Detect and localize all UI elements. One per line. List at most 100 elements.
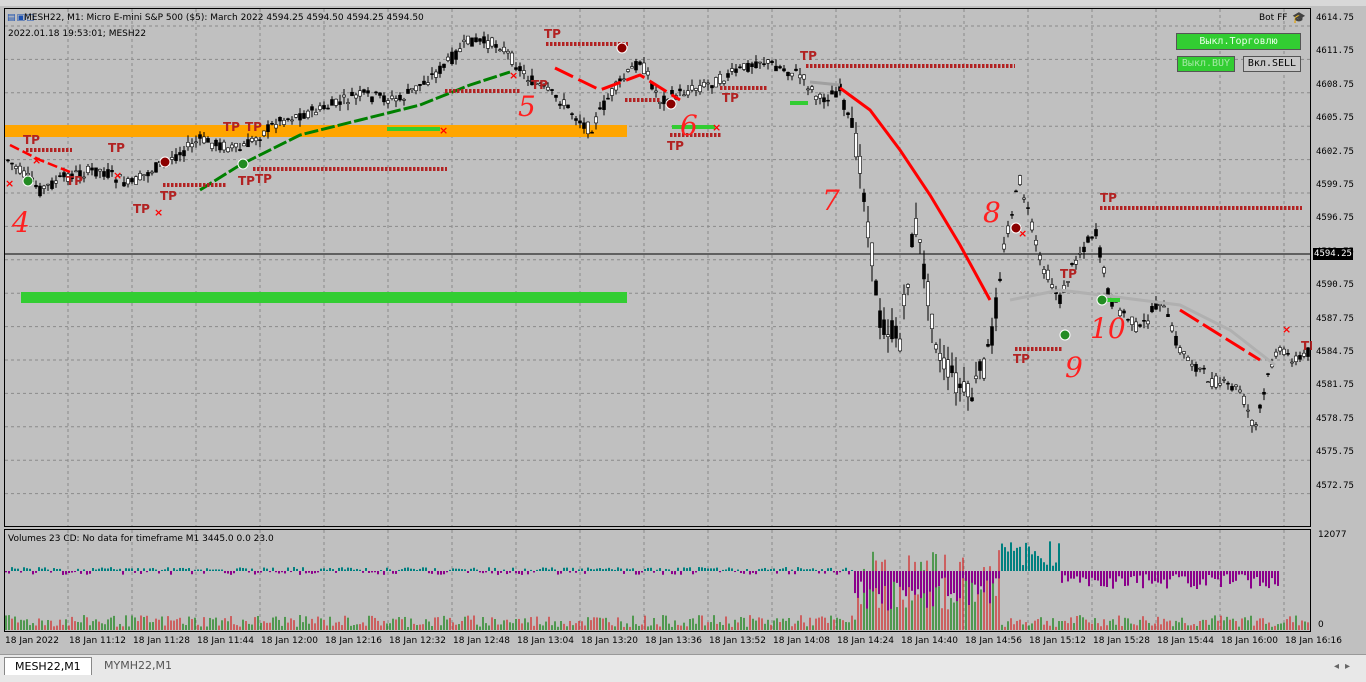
candle-body (814, 95, 818, 100)
candle-body (870, 242, 874, 267)
candle-body (1274, 351, 1278, 357)
time-tick: 18 Jan 15:12 (1029, 636, 1086, 646)
candle-body (442, 63, 446, 68)
candle-body (446, 56, 450, 61)
candle-body (190, 143, 194, 148)
candle-body (494, 44, 498, 48)
candle-body (214, 139, 218, 147)
time-tick: 18 Jan 13:36 (645, 636, 702, 646)
candle-body (1166, 314, 1170, 317)
candle-body (678, 88, 682, 92)
candle-body (910, 234, 914, 248)
volume-indicator-label: Volumes 23 CD: No data for timeframe M1 … (8, 534, 274, 544)
candle-body (714, 77, 718, 88)
candle-body (10, 162, 14, 165)
candle-body (1078, 253, 1082, 255)
trade-circle-marker (665, 98, 677, 110)
candle-body (654, 90, 658, 93)
candle-body (258, 139, 262, 141)
sell-on-button[interactable]: Вкл.SELL (1243, 56, 1301, 72)
candle-body (702, 82, 706, 88)
candle-body (290, 119, 294, 122)
trade-off-button[interactable]: Выкл.Торговлю (1176, 33, 1301, 50)
candle-body (430, 73, 434, 75)
candle-body (810, 86, 814, 90)
tp-marker-label: TP (245, 120, 262, 134)
tab-scroll-arrows[interactable]: ◂▸ (1334, 661, 1356, 672)
candle-body (186, 142, 190, 148)
time-tick: 18 Jan 11:28 (133, 636, 190, 646)
candle-body (418, 84, 422, 86)
candle-body (786, 71, 790, 77)
time-tick: 18 Jan 14:40 (901, 636, 958, 646)
time-tick: 18 Jan 13:52 (709, 636, 766, 646)
candle-body (898, 338, 902, 352)
candle-body (694, 88, 698, 91)
candle-body (874, 280, 878, 296)
candle-body (462, 39, 466, 42)
candle-body (1046, 269, 1050, 280)
candle-body (990, 326, 994, 346)
time-tick: 18 Jan 15:44 (1157, 636, 1214, 646)
candle-body (482, 36, 486, 44)
candle-body (902, 294, 906, 307)
candle-body (686, 90, 690, 96)
candle-body (1242, 395, 1246, 405)
time-tick: 18 Jan 13:20 (581, 636, 638, 646)
candle-body (1170, 325, 1174, 332)
candle-body (146, 172, 150, 177)
candle-body (38, 185, 42, 197)
candle-body (518, 66, 522, 72)
candle-body (1034, 239, 1038, 246)
time-tick: 18 Jan 12:48 (453, 636, 510, 646)
candle-body (250, 138, 254, 142)
time-tick: 18 Jan 11:44 (197, 636, 254, 646)
candle-body (958, 383, 962, 389)
candle-body (1146, 320, 1150, 325)
candle-body (210, 142, 214, 149)
candle-body (270, 123, 274, 125)
time-tick: 18 Jan 12:32 (389, 636, 446, 646)
candle-body (286, 118, 290, 120)
candle-body (1262, 391, 1266, 395)
tab-mesh22[interactable]: MESH22,M1 (4, 657, 92, 675)
candle-body (670, 89, 674, 95)
price-tick: 4599.75 (1316, 180, 1354, 190)
candle-body (1238, 389, 1242, 393)
candle-body (930, 313, 934, 329)
candle-body (946, 359, 950, 378)
chart-canvas[interactable]: TPTPTPTPTPTP TPTP TPTPTPTPTPTPTPTPTPTP4567… (0, 0, 1366, 681)
candle-body (198, 134, 202, 139)
candle-body (582, 122, 586, 129)
candle-body (486, 40, 490, 49)
candle-body (550, 89, 554, 91)
candle-body (1098, 247, 1102, 258)
x-marker: × (1282, 323, 1291, 336)
candle-body (994, 297, 998, 319)
candle-body (182, 150, 186, 157)
candle-body (602, 100, 606, 110)
price-tick: 4587.75 (1316, 313, 1354, 324)
time-axis[interactable]: 18 Jan 2022 18 Jan 11:12 18 Jan 11:28 18 Ja… (0, 632, 1366, 654)
x-marker: × (113, 169, 122, 182)
tp-marker-label: TP (544, 27, 561, 41)
candle-body (1174, 335, 1178, 346)
handwritten-number-annotation: 10 (1090, 312, 1126, 345)
candle-body (766, 59, 770, 64)
tp-marker-label: TP (722, 91, 739, 105)
candle-body (382, 95, 386, 103)
buy-off-button[interactable]: Выкл.BUY (1177, 56, 1235, 72)
candle-body (74, 170, 78, 173)
handwritten-number-annotation: 6 (680, 109, 698, 142)
price-tick: 4584.75 (1316, 347, 1354, 357)
candle-body (1066, 281, 1070, 283)
candle-body (622, 78, 626, 81)
candle-body (262, 130, 266, 136)
candle-body (282, 120, 286, 125)
tp-marker-label: TP (133, 202, 150, 216)
tab-mymh22[interactable]: MYMH22,M1 (94, 657, 182, 675)
candle-body (1074, 260, 1078, 265)
candle-body (730, 68, 734, 72)
candle-body (94, 167, 98, 177)
candle-body (1246, 409, 1250, 412)
